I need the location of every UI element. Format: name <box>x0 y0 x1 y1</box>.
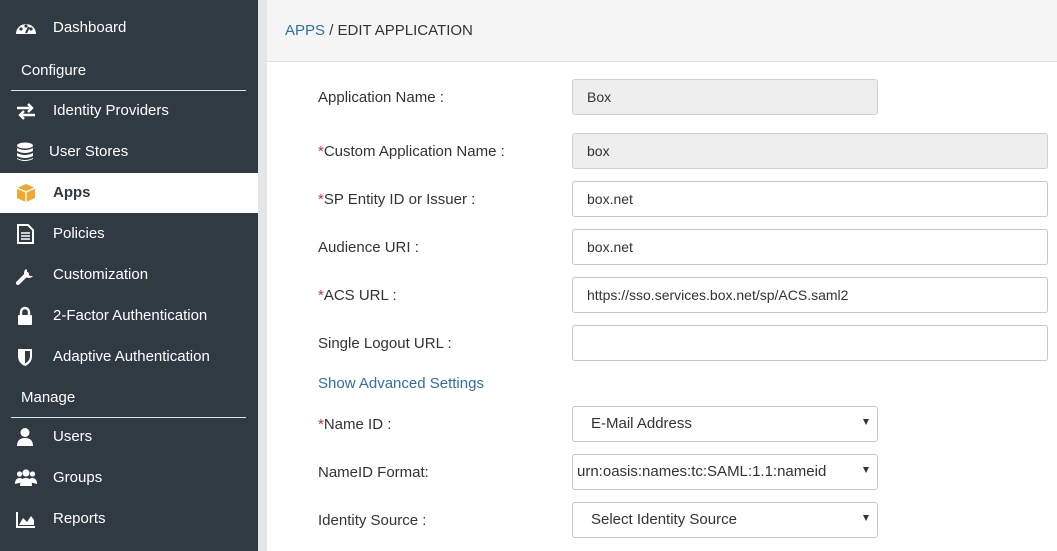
audience-uri-input[interactable] <box>572 229 1048 265</box>
sidebar-item-label: Users <box>53 428 93 445</box>
select-value: urn:oasis:names:tc:SAML:1.1:nameid <box>577 463 827 480</box>
acs-url-label: *ACS URL : <box>318 287 397 304</box>
sidebar-item-adaptive-authentication[interactable]: Adaptive Authentication <box>0 337 258 377</box>
document-icon <box>17 224 34 244</box>
sidebar-item-users[interactable]: Users <box>0 417 258 457</box>
group-icon <box>15 469 37 486</box>
section-label: Configure <box>21 62 87 79</box>
wrench-icon <box>16 269 33 285</box>
application-name-input[interactable] <box>572 79 878 115</box>
sidebar-item-label: Apps <box>53 184 91 201</box>
custom-application-name-input[interactable] <box>572 133 1048 169</box>
sp-entity-id-label: *SP Entity ID or Issuer : <box>318 191 475 208</box>
sidebar-item-label: Adaptive Authentication <box>53 348 210 365</box>
user-icon <box>17 428 33 446</box>
audience-uri-label: Audience URI : <box>318 239 419 256</box>
dashboard-icon <box>16 24 36 34</box>
name-id-label: *Name ID : <box>318 416 391 433</box>
acs-url-input[interactable] <box>572 277 1048 313</box>
single-logout-url-input[interactable] <box>572 325 1048 361</box>
caret-down-icon <box>863 419 869 425</box>
application-name-label: Application Name : <box>318 89 444 106</box>
name-id-select[interactable]: E-Mail Address <box>572 406 878 442</box>
sidebar: Dashboard Configure Identity Providers U… <box>0 0 258 551</box>
label-text: SP Entity ID or Issuer : <box>323 191 476 208</box>
database-icon <box>17 142 33 161</box>
lock-icon <box>18 306 32 325</box>
label-text: ACS URL : <box>323 287 397 304</box>
sidebar-item-label: Customization <box>53 266 149 283</box>
show-advanced-settings-link[interactable]: Show Advanced Settings <box>318 375 484 392</box>
sidebar-item-apps[interactable]: Apps <box>0 173 258 213</box>
sidebar-item-label: User Stores <box>49 143 129 160</box>
single-logout-url-label: Single Logout URL : <box>318 335 452 352</box>
sidebar-item-label: 2-Factor Authentication <box>53 307 208 324</box>
sidebar-item-user-stores[interactable]: User Stores <box>0 132 258 172</box>
identity-source-select[interactable]: Select Identity Source <box>572 502 878 538</box>
cube-icon <box>16 184 36 202</box>
select-value: Select Identity Source <box>591 511 737 528</box>
area-chart-icon <box>16 512 35 528</box>
breadcrumb-current: EDIT APPLICATION <box>337 22 473 39</box>
sidebar-item-customization[interactable]: Customization <box>0 255 258 295</box>
sidebar-item-label: Groups <box>53 469 103 486</box>
sidebar-item-groups[interactable]: Groups <box>0 458 258 498</box>
custom-application-name-label: *Custom Application Name : <box>318 143 505 160</box>
shield-icon <box>18 349 32 366</box>
nameid-format-label: NameID Format: <box>318 464 429 481</box>
caret-down-icon <box>863 515 869 521</box>
sidebar-item-dashboard[interactable]: Dashboard <box>0 8 258 48</box>
sidebar-item-reports[interactable]: Reports <box>0 499 258 539</box>
sidebar-item-2-factor-authentication[interactable]: 2-Factor Authentication <box>0 296 258 336</box>
label-text: Name ID : <box>323 416 392 433</box>
swap-arrows-icon <box>17 103 35 120</box>
sidebar-item-label: Reports <box>53 510 106 527</box>
sidebar-item-label: Dashboard <box>53 19 127 36</box>
sidebar-item-label: Identity Providers <box>53 102 169 119</box>
sidebar-edge <box>258 0 267 551</box>
sp-entity-id-input[interactable] <box>572 181 1048 217</box>
identity-source-label: Identity Source : <box>318 512 427 529</box>
select-value: E-Mail Address <box>591 415 692 432</box>
sidebar-item-label: Policies <box>53 225 105 242</box>
label-text: Custom Application Name : <box>323 143 505 160</box>
section-label: Manage <box>21 389 76 406</box>
breadcrumb: APPS / EDIT APPLICATION <box>285 22 473 39</box>
caret-down-icon <box>863 467 869 473</box>
page-header: APPS / EDIT APPLICATION <box>267 0 1057 62</box>
sidebar-item-identity-providers[interactable]: Identity Providers <box>0 91 258 131</box>
breadcrumb-separator: / <box>325 22 338 39</box>
breadcrumb-apps-link[interactable]: APPS <box>285 22 325 39</box>
sidebar-item-policies[interactable]: Policies <box>0 214 258 254</box>
nameid-format-select[interactable]: urn:oasis:names:tc:SAML:1.1:nameid <box>572 454 878 490</box>
